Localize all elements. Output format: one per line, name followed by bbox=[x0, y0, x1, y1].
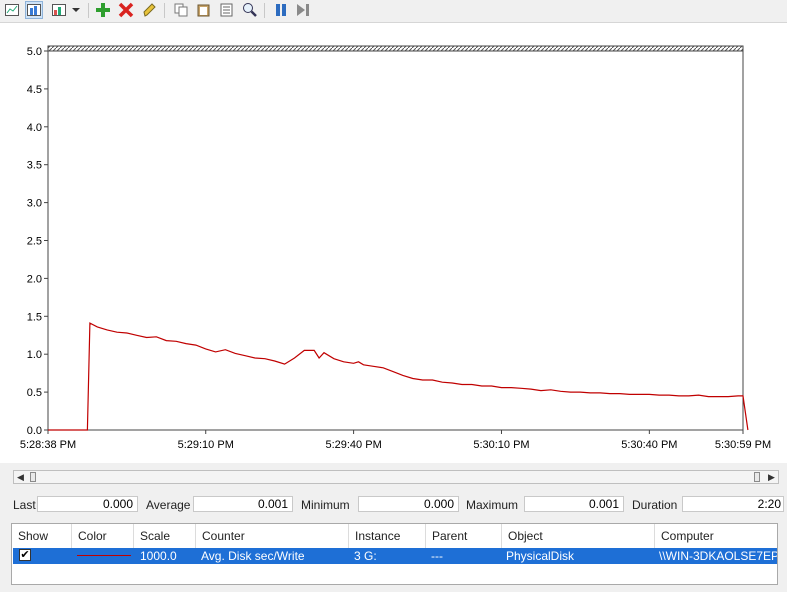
maximum-label: Maximum bbox=[466, 498, 519, 512]
dropdown-icon[interactable] bbox=[70, 1, 82, 19]
properties-icon[interactable] bbox=[218, 1, 236, 19]
y-tick-label: 0.5 bbox=[27, 387, 42, 399]
show-checkbox[interactable]: ✔ bbox=[19, 549, 31, 561]
average-label: Average bbox=[146, 498, 191, 512]
header-parent[interactable]: Parent bbox=[426, 524, 502, 548]
line-chart: 5.0 4.5 4.0 3.5 3.0 2.5 2.0 1.5 1.0 0.5 0.0 5:28:38… bbox=[20, 45, 771, 451]
parent-value: --- bbox=[431, 549, 443, 563]
minimum-label: Minimum bbox=[301, 498, 350, 512]
x-tick-label: 5:30:59 PM bbox=[715, 439, 771, 451]
add-counter-icon[interactable] bbox=[94, 1, 112, 19]
range-start-handle[interactable] bbox=[30, 472, 36, 482]
duration-value: 2:20 bbox=[682, 496, 784, 512]
y-tick-label: 2.0 bbox=[27, 273, 42, 285]
scroll-right-button[interactable]: ▶ bbox=[765, 471, 778, 483]
average-value: 0.001 bbox=[193, 496, 293, 512]
y-tick-label: 4.0 bbox=[27, 122, 42, 134]
graph-area: 5.0 4.5 4.0 3.5 3.0 2.5 2.0 1.5 1.0 0.5 0.0 5:28:38… bbox=[0, 23, 787, 463]
y-tick-label: 4.5 bbox=[27, 84, 42, 96]
x-tick-label: 5:28:38 PM bbox=[20, 439, 76, 451]
y-tick-label: 2.5 bbox=[27, 236, 42, 248]
y-tick-label: 5.0 bbox=[27, 46, 42, 58]
counter-value: Avg. Disk sec/Write bbox=[201, 549, 305, 563]
zoom-icon[interactable] bbox=[241, 1, 259, 19]
y-tick-label: 1.5 bbox=[27, 311, 42, 323]
object-value: PhysicalDisk bbox=[506, 549, 575, 563]
statistics-bar: Last 0.000 Average 0.001 Minimum 0.000 M… bbox=[0, 496, 787, 514]
x-tick-label: 5:30:40 PM bbox=[621, 439, 677, 451]
range-end-handle[interactable] bbox=[754, 472, 760, 482]
scale-value: 1000.0 bbox=[140, 549, 177, 563]
header-counter[interactable]: Counter bbox=[196, 524, 349, 548]
paste-counter-list-icon[interactable] bbox=[195, 1, 213, 19]
header-object[interactable]: Object bbox=[502, 524, 655, 548]
toolbar bbox=[0, 0, 787, 23]
y-tick-label: 3.0 bbox=[27, 198, 42, 210]
toolbar-separator bbox=[88, 3, 89, 18]
maximum-value: 0.001 bbox=[524, 496, 624, 512]
computer-value: \\WIN-3DKAOLSE7EP bbox=[659, 549, 777, 563]
color-swatch bbox=[77, 548, 131, 564]
view-histogram-icon[interactable] bbox=[25, 1, 43, 19]
x-tick-label: 5:29:40 PM bbox=[325, 439, 381, 451]
delete-counter-icon[interactable] bbox=[117, 1, 135, 19]
change-graph-type-icon[interactable] bbox=[50, 1, 68, 19]
scroll-left-button[interactable]: ◀ bbox=[14, 471, 27, 483]
instance-value: 3 G: bbox=[354, 549, 377, 563]
counter-legend: Show Color Scale Counter Instance Parent… bbox=[11, 523, 778, 585]
x-tick-label: 5:30:10 PM bbox=[473, 439, 529, 451]
duration-label: Duration bbox=[632, 498, 678, 512]
graph-upper-band bbox=[47, 45, 744, 52]
update-data-icon[interactable] bbox=[294, 1, 312, 19]
header-instance[interactable]: Instance bbox=[349, 524, 426, 548]
view-graph-icon[interactable] bbox=[3, 1, 21, 19]
y-tick-label: 3.5 bbox=[27, 160, 42, 172]
y-tick-label: 0.0 bbox=[27, 425, 42, 437]
y-tick-label: 1.0 bbox=[27, 349, 42, 361]
header-computer[interactable]: Computer bbox=[655, 524, 777, 548]
header-color[interactable]: Color bbox=[72, 524, 134, 548]
last-value: 0.000 bbox=[37, 496, 138, 512]
counter-row[interactable]: ✔ 1000.0 Avg. Disk sec/Write 3 G: --- Ph… bbox=[13, 548, 777, 564]
highlight-icon[interactable] bbox=[140, 1, 158, 19]
header-show[interactable]: Show bbox=[12, 524, 72, 548]
freeze-display-icon[interactable] bbox=[272, 1, 290, 19]
copy-properties-icon[interactable] bbox=[172, 1, 190, 19]
minimum-value: 0.000 bbox=[358, 496, 459, 512]
toolbar-separator bbox=[264, 3, 265, 18]
header-scale[interactable]: Scale bbox=[134, 524, 196, 548]
last-label: Last bbox=[13, 498, 36, 512]
time-range-scrollbar[interactable]: ◀ ▶ bbox=[13, 470, 779, 484]
x-tick-label: 5:29:10 PM bbox=[178, 439, 234, 451]
toolbar-separator bbox=[164, 3, 165, 18]
